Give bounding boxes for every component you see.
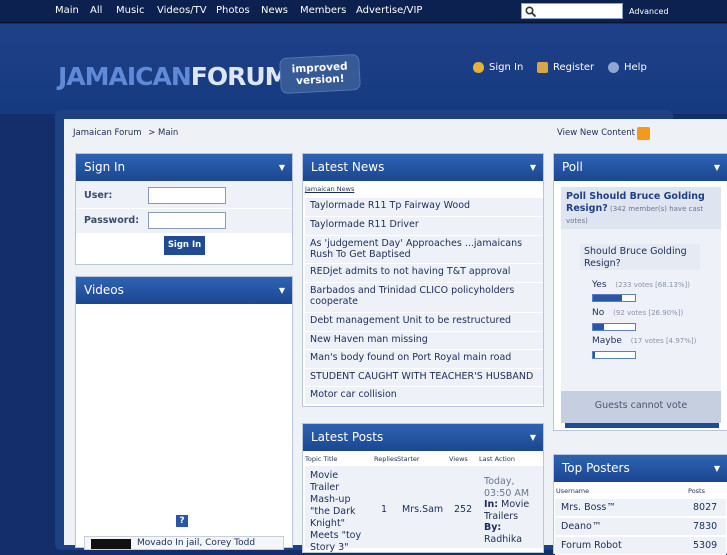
password-label: Password: [84, 215, 140, 226]
video-thumbnail [91, 539, 131, 549]
improved-version-badge: improved version! [279, 53, 361, 95]
news-item[interactable]: Taylormade R11 Driver [305, 217, 543, 236]
header-help-link[interactable]: Help [608, 62, 647, 73]
register-icon [537, 62, 548, 73]
poster-count: 5309 [693, 540, 718, 551]
news-item[interactable]: As 'judgement Day' Approaches ...jamaica… [305, 236, 543, 264]
news-item[interactable]: Debt management Unit to be restructured [305, 313, 543, 332]
col-username[interactable]: Username [556, 487, 589, 495]
collapse-icon[interactable]: ▼ [714, 455, 720, 482]
user-label: User: [84, 190, 113, 201]
poster-row: Forum Robot 5309 [555, 537, 726, 555]
col-views[interactable]: Views [449, 455, 468, 463]
latest-news-header: Latest News ▼ [303, 154, 543, 181]
nav-advertise-vip[interactable]: Advertise/VIP [356, 5, 422, 16]
post-last-action: Today, 03:50 AM In: Movie Trailers By: R… [484, 476, 530, 545]
videos-panel: Videos ▼ [75, 276, 293, 548]
news-item[interactable]: New Haven man missing [305, 332, 543, 350]
password-field[interactable] [148, 212, 226, 229]
poll-footer-bar [565, 423, 719, 428]
top-posters-header: Top Posters ▼ [554, 455, 727, 482]
video-title: Movado In jail, Corey Todd [137, 538, 256, 548]
breadcrumb-separator: > [148, 128, 156, 138]
rss-icon[interactable] [637, 127, 650, 140]
news-item[interactable]: Barbados and Trinidad CLICO policyholder… [305, 283, 543, 313]
poster-name[interactable]: Deano™ [561, 518, 601, 536]
breadcrumb-root[interactable]: Jamaican Forum [73, 128, 142, 138]
poll-bar-yes [592, 294, 636, 302]
poster-row: Mrs. Boss™ 8027 [555, 499, 726, 517]
search-icon [525, 6, 536, 17]
col-posts[interactable]: Posts [688, 487, 705, 495]
key-icon [473, 62, 484, 73]
col-topic-title[interactable]: Topic Title [305, 455, 337, 463]
sign-in-button[interactable]: Sign In [164, 236, 205, 255]
nav-members[interactable]: Members [300, 5, 346, 16]
poll-question: Should Bruce Golding Resign? [580, 244, 700, 270]
nav-all[interactable]: All [90, 5, 102, 16]
nav-videos-tv[interactable]: Videos/TV [157, 5, 207, 16]
news-item[interactable]: Man's body found on Port Royal main road [305, 350, 543, 369]
breadcrumb-current: Main [158, 128, 179, 138]
post-topic-link[interactable]: Movie Trailer Mash-up "the Dark Knight" … [310, 470, 370, 554]
poster-name[interactable]: Forum Robot [561, 537, 622, 555]
collapse-icon[interactable]: ▼ [279, 277, 285, 304]
sign-in-panel-header: Sign In ▼ [76, 154, 292, 181]
latest-posts-header: Latest Posts ▼ [303, 424, 543, 451]
poster-count: 8027 [693, 502, 718, 513]
poll-bar-maybe [592, 351, 636, 359]
post-views: 252 [454, 504, 473, 515]
poll-option-no: No (92 votes [26.90%]) [592, 308, 684, 318]
news-item[interactable]: STUDENT CAUGHT WITH TEACHER'S HUSBAND [305, 369, 543, 387]
videos-panel-header: Videos ▼ [76, 277, 292, 304]
news-source-link[interactable]: Jamaican News [305, 185, 354, 193]
poll-question-header: Poll Should Bruce Golding Resign? (342 m… [561, 187, 721, 229]
video-help-button[interactable]: ? [176, 515, 188, 527]
search-input[interactable] [521, 3, 623, 19]
header-sign-in-link[interactable]: Sign In [473, 62, 523, 73]
help-icon [608, 62, 619, 73]
collapse-icon[interactable]: ▼ [279, 154, 285, 181]
guests-cannot-vote: Guests cannot vote [561, 391, 721, 423]
poster-name[interactable]: Mrs. Boss™ [561, 499, 616, 517]
view-new-content-link[interactable]: View New Content [557, 128, 635, 138]
nav-music[interactable]: Music [116, 5, 144, 16]
collapse-icon[interactable]: ▼ [714, 154, 720, 181]
post-starter[interactable]: Mrs.Sam [402, 504, 443, 515]
news-item[interactable]: REDjet admits to not having T&T approval [305, 264, 543, 283]
breadcrumb: Jamaican Forum > Main [73, 128, 178, 138]
poster-count: 7830 [693, 521, 718, 532]
collapse-icon[interactable]: ▼ [530, 424, 536, 451]
nav-news[interactable]: News [261, 5, 288, 16]
poll-option-maybe: Maybe (17 votes [4.97%]) [592, 336, 697, 346]
nav-photos[interactable]: Photos [216, 5, 250, 16]
poll-bar-no [592, 323, 636, 331]
video-item[interactable]: Movado In jail, Corey Todd [84, 536, 284, 550]
poster-row: Deano™ 7830 [555, 518, 726, 536]
col-starter[interactable]: Starter [397, 455, 420, 463]
post-replies: 1 [381, 504, 388, 515]
top-navigation-bar: Main All Music Videos/TV Photos News Mem… [0, 0, 727, 23]
poll-option-yes: Yes (233 votes [68.13%]) [592, 280, 690, 290]
advanced-search-link[interactable]: Advanced [629, 7, 669, 16]
col-last-action[interactable]: Last Action [479, 455, 515, 463]
news-item[interactable]: Motor car collision [305, 387, 543, 405]
news-item[interactable]: Taylormade R11 Tp Fairway Wood [305, 198, 543, 217]
header-register-link[interactable]: Register [537, 62, 594, 73]
site-logo[interactable]: JAMAICANFORUM [58, 62, 290, 92]
nav-main[interactable]: Main [55, 5, 79, 16]
col-replies[interactable]: Replies [374, 455, 397, 463]
collapse-icon[interactable]: ▼ [530, 154, 536, 181]
poll-panel-header: Poll ▼ [554, 154, 727, 181]
username-field[interactable] [148, 187, 226, 204]
